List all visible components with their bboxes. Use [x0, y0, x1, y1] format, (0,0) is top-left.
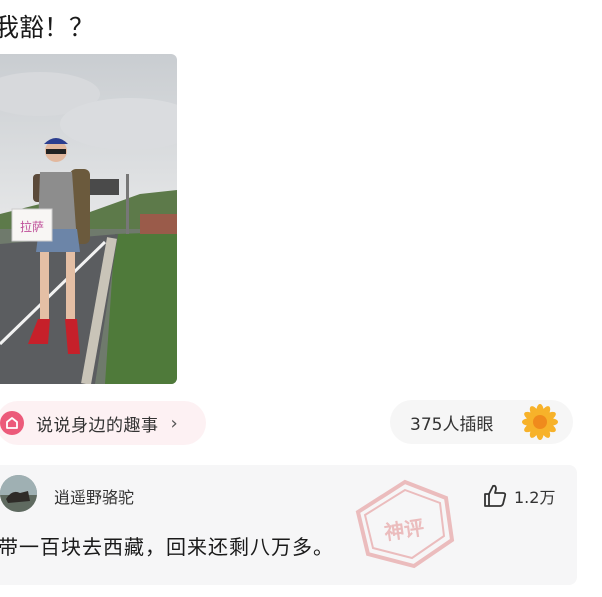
topic-tag[interactable]: 说说身边的趣事 ›: [0, 401, 206, 445]
top-comment[interactable]: 逍遥野骆驼 神评 1.2万 带一百块去西藏，回来还剩八万多。: [0, 465, 577, 585]
stamp-text: 神评: [382, 515, 426, 545]
home-icon: [0, 411, 24, 435]
featured-comment-stamp: 神评: [354, 478, 456, 570]
hitchhiker-photo: 拉萨: [0, 54, 177, 384]
sign-text: 拉萨: [20, 219, 44, 234]
thumbs-up-icon: [484, 484, 507, 507]
topic-label: 说说身边的趣事: [36, 415, 159, 436]
like-count: 1.2万: [514, 488, 556, 507]
views-pill[interactable]: 375人插眼: [390, 400, 573, 444]
views-count: 375人插眼: [410, 414, 494, 435]
like-button[interactable]: 1.2万: [482, 483, 555, 509]
comment-text: 带一百块去西藏，回来还剩八万多。: [0, 535, 334, 559]
comment-username[interactable]: 逍遥野骆驼: [54, 484, 134, 508]
post-photo[interactable]: 拉萨: [0, 54, 177, 384]
avatar[interactable]: [0, 475, 37, 512]
sunflower-icon: [522, 404, 558, 440]
post-title: 我豁！？: [0, 13, 95, 42]
chevron-right-icon: ›: [170, 412, 178, 434]
